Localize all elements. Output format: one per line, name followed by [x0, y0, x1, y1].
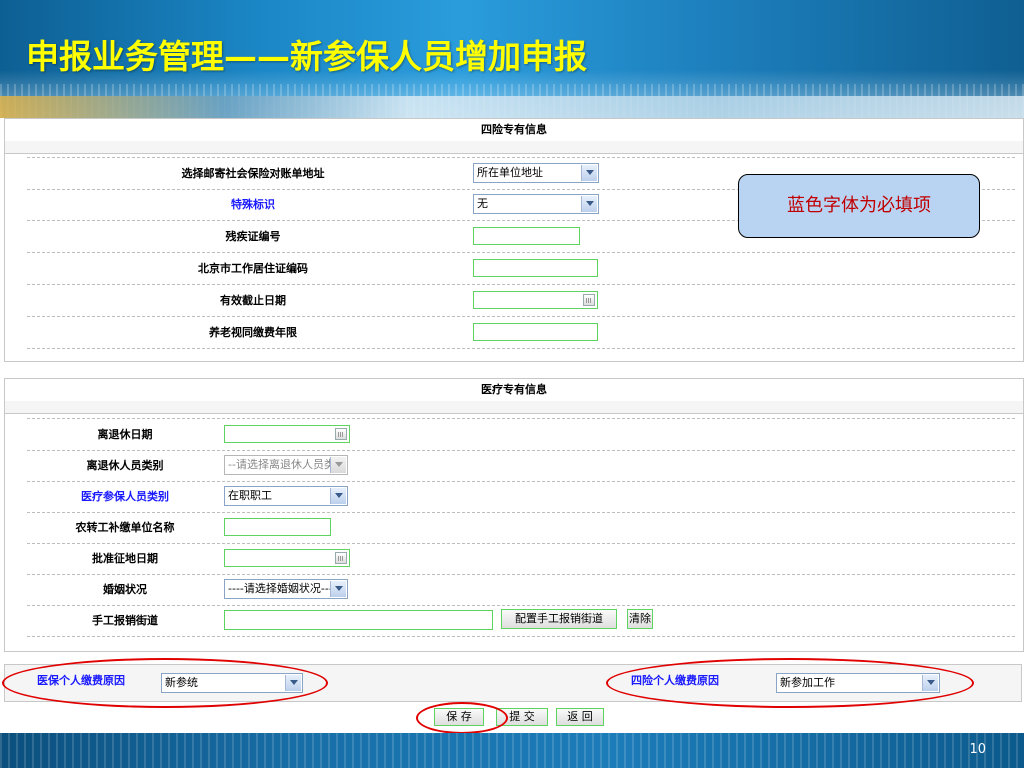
farm-to-work-label: 农转工补缴单位名称 — [75, 521, 175, 534]
calendar-icon[interactable] — [335, 552, 347, 564]
footer-stripes — [0, 733, 1024, 768]
highlight-oval-medical-reason — [2, 658, 328, 708]
row-retire-date: 离退休日期 — [27, 418, 1015, 451]
mail-address-select[interactable]: 所在单位地址 — [473, 163, 599, 183]
calendar-icon[interactable] — [583, 294, 595, 306]
chevron-down-icon[interactable] — [330, 457, 346, 473]
required-fields-note: 蓝色字体为必填项 — [738, 174, 980, 238]
chevron-down-icon[interactable] — [330, 488, 346, 504]
four-insurance-panel: 四险专有信息 选择邮寄社会保险对账单地址 所在单位地址 特殊标识 无 残疾证编号… — [4, 118, 1024, 362]
retire-category-label: 离退休人员类别 — [86, 459, 164, 472]
manual-street-input[interactable] — [224, 610, 493, 630]
expiry-date-input[interactable] — [473, 291, 598, 309]
medical-category-label: 医疗参保人员类别 — [81, 490, 169, 503]
mail-address-label: 选择邮寄社会保险对账单地址 — [181, 167, 325, 180]
retire-category-value: --请选择离退休人员类 — [228, 458, 335, 471]
row-pension-years: 养老视同缴费年限 — [27, 317, 1015, 349]
panel-subheader — [5, 401, 1023, 414]
row-manual-street: 手工报销街道 配置手工报销街道 清除 — [27, 605, 1015, 637]
pension-years-label: 养老视同缴费年限 — [209, 326, 297, 339]
marital-status-value: ----请选择婚姻状况---- — [228, 582, 337, 595]
medical-category-value: 在职职工 — [228, 489, 272, 502]
land-approval-date-input[interactable] — [224, 549, 350, 567]
beijing-permit-input[interactable] — [473, 259, 598, 277]
disability-cert-label: 残疾证编号 — [225, 230, 281, 243]
farm-to-work-input[interactable] — [224, 518, 331, 536]
highlight-oval-save — [416, 702, 508, 734]
row-retire-category: 离退休人员类别 --请选择离退休人员类 — [27, 450, 1015, 482]
special-flag-value: 无 — [477, 197, 488, 210]
page-number: 10 — [969, 742, 986, 757]
medical-title: 医疗专有信息 — [5, 379, 1023, 402]
expiry-date-label: 有效截止日期 — [220, 294, 286, 307]
panel-subheader — [5, 141, 1023, 154]
row-medical-category: 医疗参保人员类别 在职职工 — [27, 481, 1015, 513]
special-flag-select[interactable]: 无 — [473, 194, 599, 214]
medical-category-select[interactable]: 在职职工 — [224, 486, 348, 506]
marital-status-select[interactable]: ----请选择婚姻状况---- — [224, 579, 348, 599]
row-beijing-permit: 北京市工作居住证编码 — [27, 253, 1015, 285]
row-land-approval-date: 批准征地日期 — [27, 543, 1015, 575]
manual-street-label: 手工报销街道 — [92, 614, 158, 627]
four-insurance-title: 四险专有信息 — [5, 119, 1023, 142]
retire-date-label: 离退休日期 — [97, 428, 153, 441]
disability-cert-input[interactable] — [473, 227, 580, 245]
slide-title: 申报业务管理——新参保人员增加申报 — [26, 37, 587, 76]
config-street-button[interactable]: 配置手工报销街道 — [501, 609, 617, 629]
row-farm-to-work: 农转工补缴单位名称 — [27, 512, 1015, 544]
calendar-icon[interactable] — [335, 428, 347, 440]
marital-status-label: 婚姻状况 — [103, 583, 147, 596]
mail-address-value: 所在单位地址 — [477, 166, 543, 179]
chevron-down-icon[interactable] — [581, 165, 597, 181]
chevron-down-icon[interactable] — [581, 196, 597, 212]
special-flag-label: 特殊标识 — [231, 198, 275, 211]
beijing-permit-label: 北京市工作居住证编码 — [198, 262, 308, 275]
pension-years-input[interactable] — [473, 323, 598, 341]
chevron-down-icon[interactable] — [330, 581, 346, 597]
header-band — [0, 96, 1024, 118]
slide-footer-band — [0, 733, 1024, 768]
clear-button[interactable]: 清除 — [627, 609, 653, 629]
land-approval-date-label: 批准征地日期 — [92, 552, 158, 565]
back-button[interactable]: 返 回 — [556, 708, 604, 726]
retire-category-select[interactable]: --请选择离退休人员类 — [224, 455, 348, 475]
retire-date-input[interactable] — [224, 425, 350, 443]
highlight-oval-four-reason — [606, 658, 974, 708]
row-marital-status: 婚姻状况 ----请选择婚姻状况---- — [27, 574, 1015, 606]
medical-panel: 医疗专有信息 离退休日期 离退休人员类别 --请选择离退休人员类 医疗参保人员类… — [4, 378, 1024, 652]
row-expiry-date: 有效截止日期 — [27, 285, 1015, 317]
